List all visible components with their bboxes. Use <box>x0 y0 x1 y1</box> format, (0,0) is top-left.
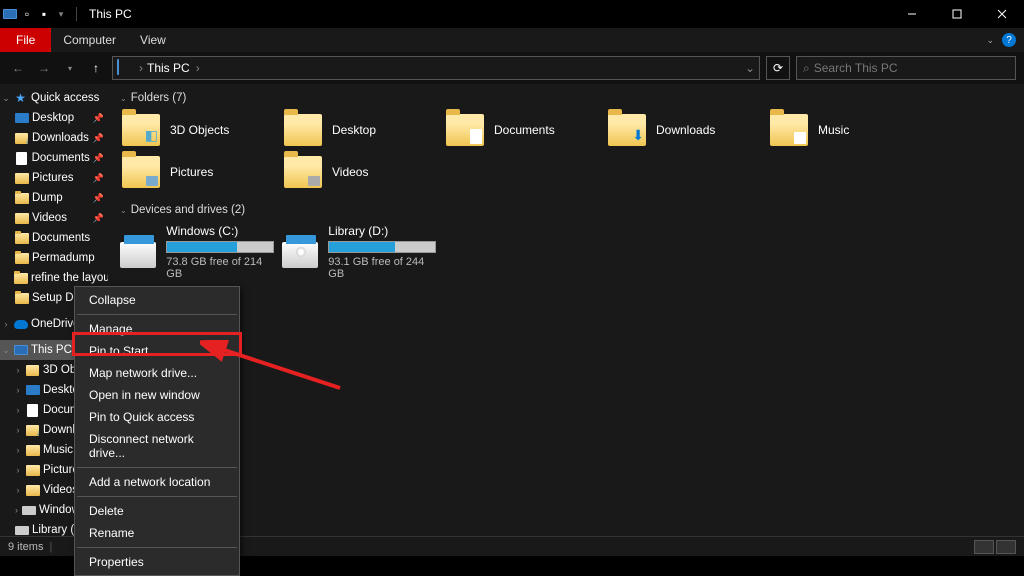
drive-c[interactable]: Windows (C:) 73.8 GB free of 214 GB <box>120 224 276 280</box>
status-text: 9 items <box>8 541 43 553</box>
help-icon[interactable]: ? <box>1002 33 1016 47</box>
search-placeholder: Search This PC <box>814 61 898 75</box>
chevron-right-icon[interactable]: › <box>139 61 143 75</box>
ctx-properties[interactable]: Properties <box>75 551 239 573</box>
section-folders-header[interactable]: ⌄Folders (7) <box>120 92 1012 104</box>
ctx-pin-quick-access[interactable]: Pin to Quick access <box>75 406 239 428</box>
chevron-down-icon: ⌄ <box>120 206 127 215</box>
tab-view[interactable]: View <box>128 28 178 52</box>
separator <box>77 496 237 497</box>
navigation-bar: ← → ▾ ↑ › This PC › ⌄ ⟳ ⌕ Search This PC <box>0 52 1024 84</box>
folder-3dobjects[interactable]: ◧3D Objects <box>120 112 276 148</box>
folder-downloads[interactable]: ⬇Downloads <box>606 112 762 148</box>
tab-file[interactable]: File <box>0 28 51 52</box>
qat-dropdown-icon[interactable]: ▾ <box>54 7 68 21</box>
ctx-open-new-window[interactable]: Open in new window <box>75 384 239 406</box>
ctx-pin-start[interactable]: Pin to Start <box>75 340 239 362</box>
pin-icon: 📌 <box>93 193 104 204</box>
drive-icon <box>282 242 318 268</box>
ctx-delete[interactable]: Delete <box>75 500 239 522</box>
section-drives-header[interactable]: ⌄Devices and drives (2) <box>120 204 1012 216</box>
view-details-button[interactable] <box>974 540 994 554</box>
content-pane: ⌄Folders (7) ◧3D Objects Desktop Documen… <box>108 84 1024 536</box>
app-icon <box>3 7 17 21</box>
sidebar-item-permadump[interactable]: Permadump <box>0 248 108 268</box>
back-button[interactable]: ← <box>8 58 28 78</box>
ribbon-expand-icon[interactable]: ⌄ <box>986 35 994 46</box>
separator <box>76 7 77 21</box>
drive-icon <box>120 242 156 268</box>
sidebar-item-refine[interactable]: refine the layout <box>0 268 108 288</box>
pin-icon: 📌 <box>93 133 104 144</box>
sidebar-item-dump[interactable]: Dump📌 <box>0 188 108 208</box>
close-button[interactable] <box>979 0 1024 28</box>
qat-newfolder-icon[interactable]: ▪ <box>37 7 51 21</box>
forward-button[interactable]: → <box>34 58 54 78</box>
folders-grid: ◧3D Objects Desktop Documents ⬇Downloads… <box>120 112 1012 190</box>
quick-access-toolbar: ▫ ▪ ▾ This PC <box>0 7 132 21</box>
sidebar-quick-access[interactable]: ⌄★Quick access <box>0 88 108 108</box>
address-bar[interactable]: › This PC › ⌄ <box>112 56 760 80</box>
sidebar-item-documents-2[interactable]: Documents <box>0 228 108 248</box>
ctx-rename[interactable]: Rename <box>75 522 239 544</box>
folder-music[interactable]: Music <box>768 112 924 148</box>
maximize-button[interactable] <box>934 0 979 28</box>
drive-usage-bar <box>328 241 436 253</box>
drive-usage-bar <box>166 241 274 253</box>
folder-desktop[interactable]: Desktop <box>282 112 438 148</box>
sidebar-item-videos[interactable]: Videos📌 <box>0 208 108 228</box>
tab-computer[interactable]: Computer <box>51 28 128 52</box>
sidebar-item-pictures[interactable]: Pictures📌 <box>0 168 108 188</box>
ctx-map-network-drive[interactable]: Map network drive... <box>75 362 239 384</box>
sidebar-item-downloads[interactable]: Downloads📌 <box>0 128 108 148</box>
qat-properties-icon[interactable]: ▫ <box>20 7 34 21</box>
sidebar-item-desktop[interactable]: Desktop📌 <box>0 108 108 128</box>
ctx-collapse[interactable]: Collapse <box>75 289 239 311</box>
window-controls <box>889 0 1024 28</box>
separator <box>77 467 237 468</box>
ctx-manage[interactable]: Manage <box>75 318 239 340</box>
refresh-button[interactable]: ⟳ <box>766 56 790 80</box>
ctx-add-network-location[interactable]: Add a network location <box>75 471 239 493</box>
titlebar: ▫ ▪ ▾ This PC <box>0 0 1024 28</box>
folder-videos[interactable]: Videos <box>282 154 438 190</box>
pin-icon: 📌 <box>93 113 104 124</box>
ribbon: File Computer View ⌄ ? <box>0 28 1024 52</box>
chevron-right-icon[interactable]: › <box>196 61 200 75</box>
drive-d[interactable]: Library (D:) 93.1 GB free of 244 GB <box>282 224 438 280</box>
search-input[interactable]: ⌕ Search This PC <box>796 56 1016 80</box>
drives-grid: Windows (C:) 73.8 GB free of 214 GB Libr… <box>120 224 1012 280</box>
minimize-button[interactable] <box>889 0 934 28</box>
separator <box>77 314 237 315</box>
search-icon: ⌕ <box>803 61 810 76</box>
folder-documents[interactable]: Documents <box>444 112 600 148</box>
recent-dropdown[interactable]: ▾ <box>60 58 80 78</box>
chevron-down-icon: ⌄ <box>120 94 127 103</box>
separator <box>77 547 237 548</box>
folder-pictures[interactable]: Pictures <box>120 154 276 190</box>
ctx-disconnect-drive[interactable]: Disconnect network drive... <box>75 428 239 464</box>
sidebar-item-documents[interactable]: Documents📌 <box>0 148 108 168</box>
pin-icon: 📌 <box>93 153 104 164</box>
pin-icon: 📌 <box>93 213 104 224</box>
breadcrumb[interactable]: This PC <box>147 61 190 75</box>
context-menu: Collapse Manage Pin to Start Map network… <box>74 286 240 576</box>
pin-icon: 📌 <box>93 173 104 184</box>
address-pc-icon <box>117 60 133 76</box>
view-large-icons-button[interactable] <box>996 540 1016 554</box>
up-button[interactable]: ↑ <box>86 58 106 78</box>
window-title: This PC <box>89 7 132 21</box>
address-dropdown-icon[interactable]: ⌄ <box>745 61 755 75</box>
